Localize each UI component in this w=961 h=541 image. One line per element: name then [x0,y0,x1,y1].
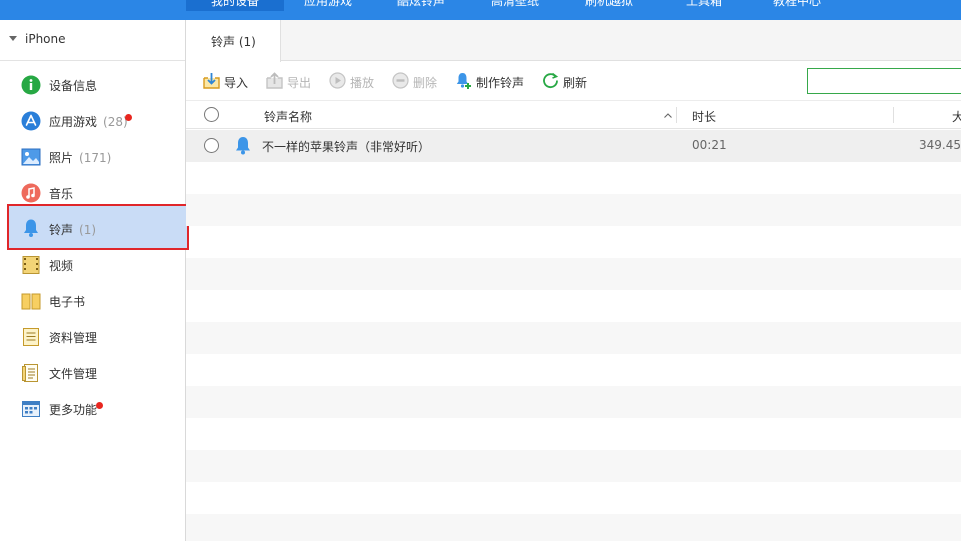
empty-row [186,162,961,194]
row-select-radio[interactable] [204,138,219,153]
column-divider [893,107,894,123]
video-icon [22,256,40,274]
nav-tab-wallpapers[interactable]: 高清壁纸 [491,0,539,11]
sidebar-item-contacts[interactable]: 资料管理 [8,319,188,355]
tab-ringtones[interactable]: 铃声 (1) [186,20,281,62]
nav-tab-apps[interactable]: 应用游戏 [304,0,352,11]
column-header-name[interactable]: 铃声名称 [264,108,312,125]
empty-row [186,258,961,290]
empty-row [186,354,961,386]
file-icon [22,364,38,382]
notification-badge [125,114,132,121]
sort-ascending-icon [664,113,672,118]
sidebar: iPhone 设备信息 应用游戏 (28) 照片 (171) 音乐 铃声 (1)… [0,20,189,541]
ringtone-name: 不一样的苹果铃声（非常好听） [262,140,431,154]
sidebar-item-label: 应用游戏 [49,115,98,129]
ringtone-list: 不一样的苹果铃声（非常好听） 00:21 349.45 [186,130,961,541]
ringtone-duration: 00:21 [692,138,727,152]
sidebar-item-label: 设备信息 [49,79,98,93]
sidebar-item-label: 电子书 [49,295,86,309]
empty-row [186,418,961,450]
caret-down-icon [9,36,17,41]
empty-row [186,450,961,482]
sidebar-item-label: 文件管理 [49,367,98,381]
app-store-icon [21,111,41,131]
sidebar-item-ebooks[interactable]: 电子书 [8,283,188,319]
delete-icon [392,72,409,89]
empty-row [186,386,961,418]
device-name: iPhone [25,32,66,46]
column-divider [676,107,677,123]
bell-plus-icon [456,73,471,89]
sidebar-item-more[interactable]: 更多功能 [8,391,188,427]
sidebar-item-apps[interactable]: 应用游戏 (28) [8,103,188,139]
sidebar-item-ringtones[interactable]: 铃声 (1) [7,204,189,250]
empty-row [186,322,961,354]
nav-tab-tutorials[interactable]: 教程中心 [773,0,821,11]
sidebar-item-label: 照片 [49,151,74,165]
search-input[interactable] [807,68,961,94]
nav-tab-my-device[interactable]: 我的设备 [186,0,285,11]
music-icon [21,183,41,203]
sidebar-item-device-info[interactable]: 设备信息 [8,67,188,103]
sidebar-item-video[interactable]: 视频 [8,247,188,283]
sidebar-item-label: 音乐 [49,187,74,201]
photo-icon [21,148,41,166]
top-nav: 我的设备 应用游戏 酷炫铃声 高清壁纸 刷机越狱 工具箱 教程中心 [0,0,961,20]
more-icon [22,401,40,417]
info-icon [21,75,41,95]
nav-tab-flash-jailbreak[interactable]: 刷机越狱 [585,0,633,11]
import-icon [203,73,220,89]
ringtone-size: 349.45 [919,138,961,152]
sidebar-item-label: 资料管理 [49,331,98,345]
device-selector[interactable]: iPhone [0,20,185,61]
bell-icon [24,219,38,237]
content-tabbar: 铃声 (1) [186,20,961,62]
table-row[interactable]: 不一样的苹果铃声（非常好听） 00:21 349.45 [186,130,961,162]
contacts-icon [23,328,39,346]
bell-icon [236,137,250,155]
column-header-size[interactable]: 大 [952,108,961,125]
sidebar-item-count: (1) [79,223,97,237]
refresh-icon [543,72,559,89]
tab-label: 铃声 (1) [211,35,256,49]
empty-row [186,514,961,541]
column-header-duration[interactable]: 时长 [692,108,716,125]
toolbar: 导入 导出 播放 删除 制作铃声 刷新 [186,62,961,100]
nav-tab-ringtones[interactable]: 酷炫铃声 [397,0,445,11]
sidebar-item-files[interactable]: 文件管理 [8,355,188,391]
play-icon [329,72,346,89]
notification-badge [96,402,103,409]
table-header: 铃声名称 时长 大 [186,100,961,129]
empty-row [186,194,961,226]
empty-row [186,290,961,322]
select-all-radio[interactable] [204,107,219,122]
nav-tab-toolbox[interactable]: 工具箱 [686,0,722,11]
sidebar-item-count: (28) [103,115,128,129]
main-panel: 铃声 (1) 导入 导出 播放 删除 制作铃声 刷新 铃声名称 时长 大 不一样… [186,20,961,541]
sidebar-item-label: 铃声 [49,223,74,237]
sidebar-item-label: 视频 [49,259,74,273]
empty-row [186,226,961,258]
sidebar-item-count: (171) [79,151,112,165]
book-icon [21,293,41,310]
empty-row [186,482,961,514]
sidebar-item-photos[interactable]: 照片 (171) [8,139,188,175]
sidebar-item-label: 更多功能 [49,403,98,417]
export-icon [266,72,283,89]
